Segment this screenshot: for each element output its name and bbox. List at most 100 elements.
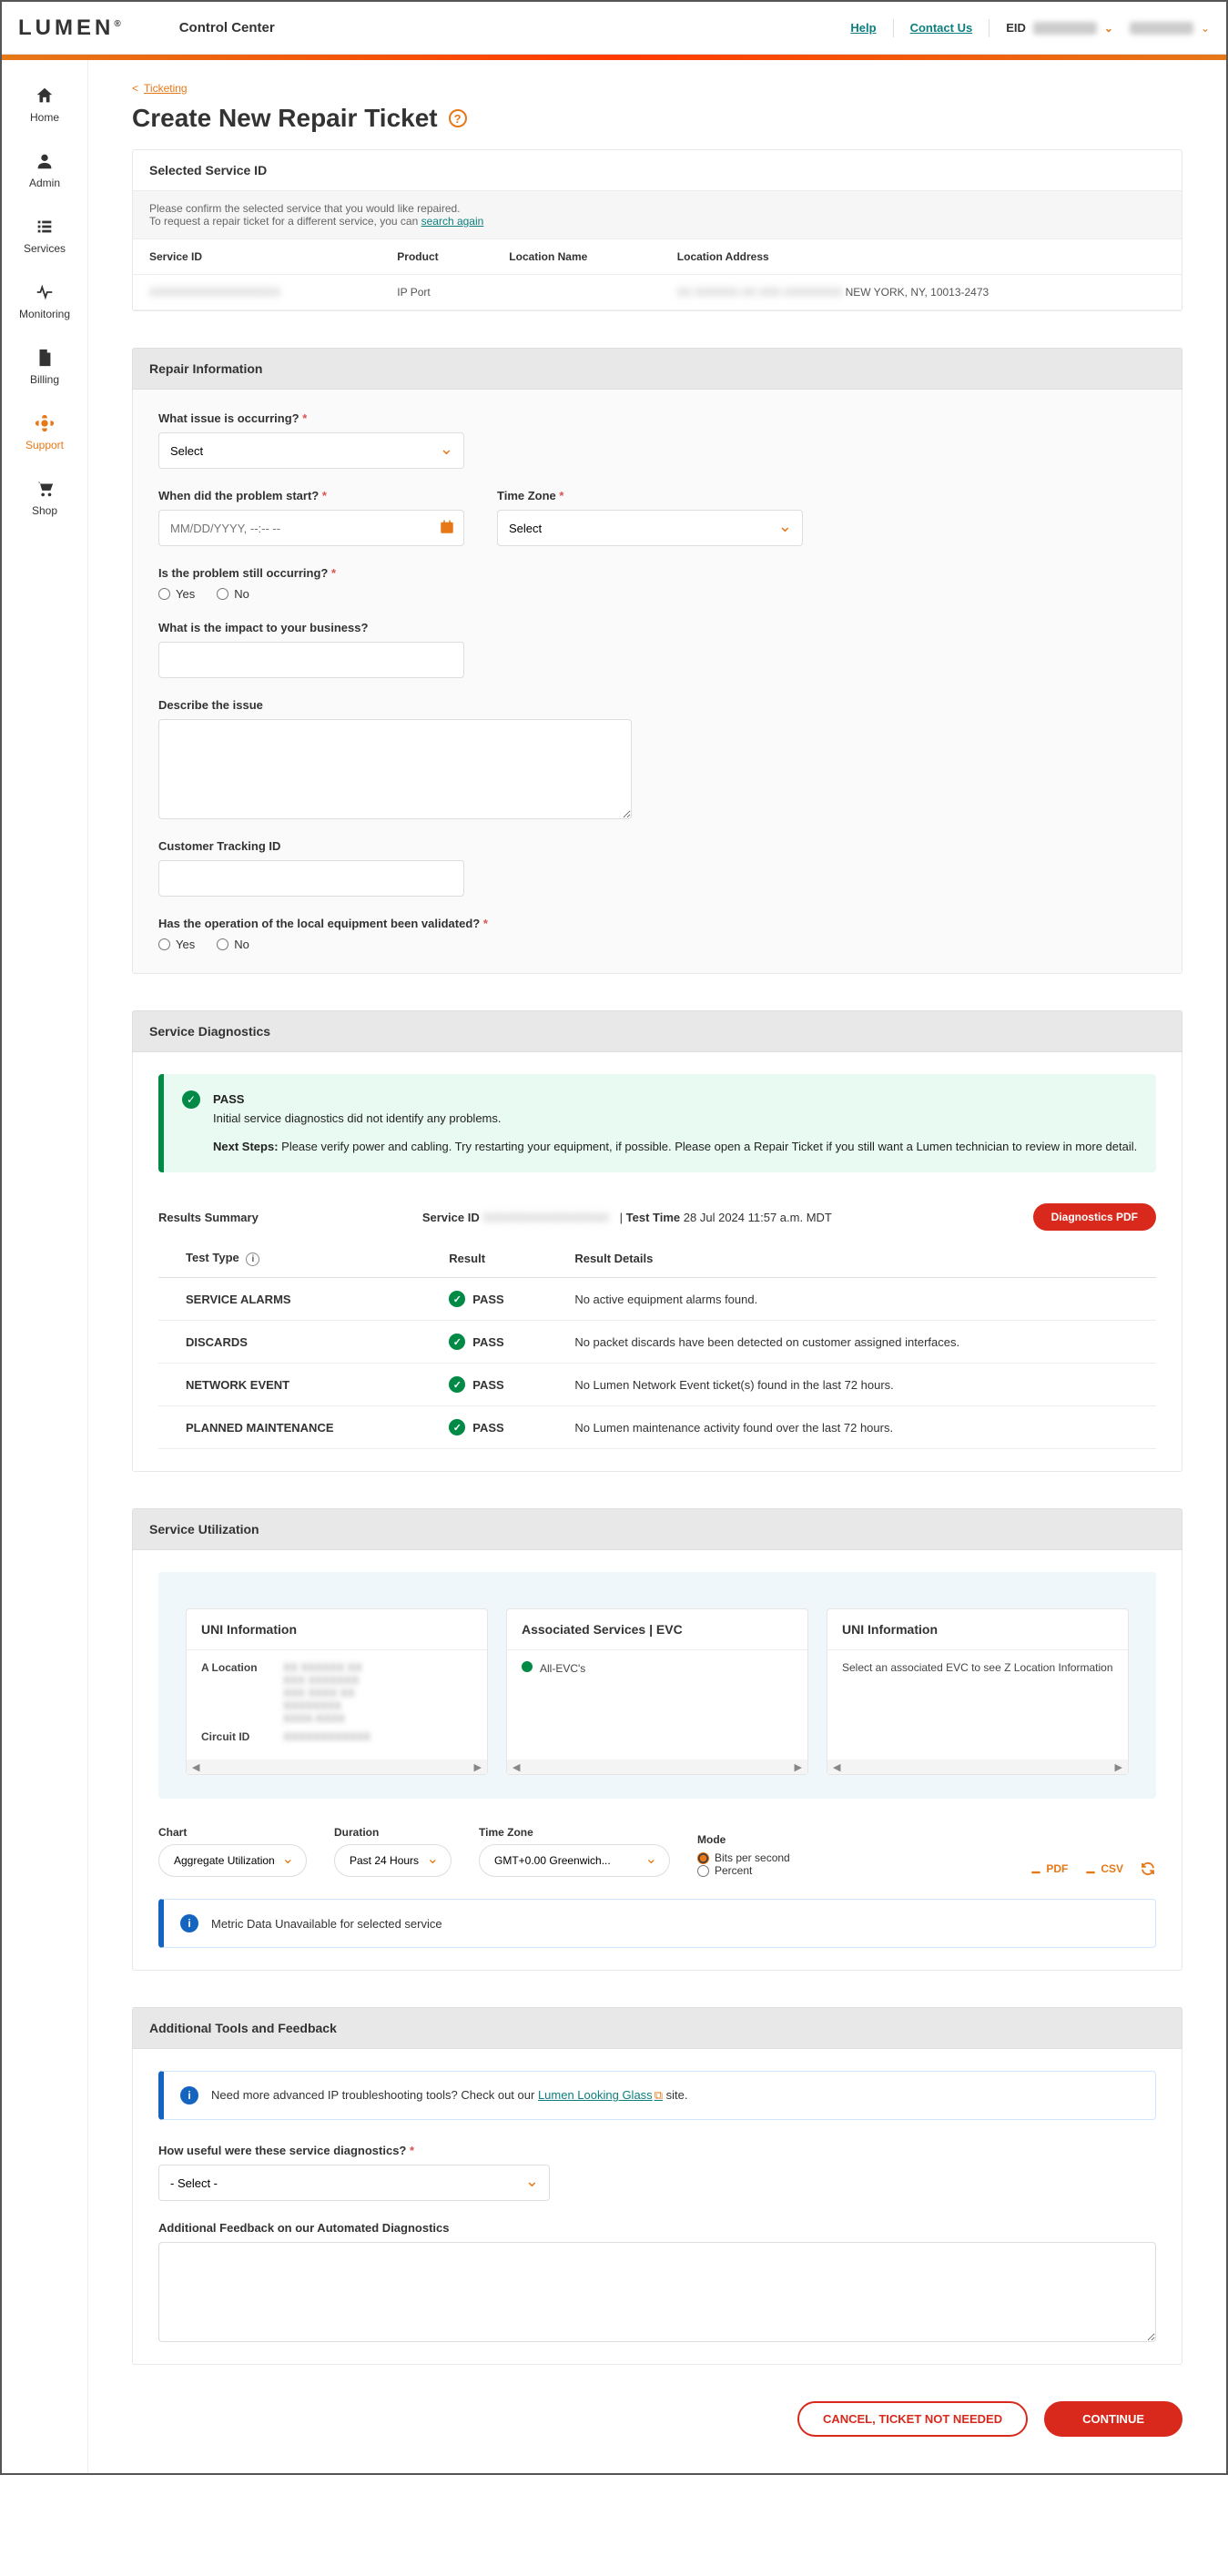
tz-select[interactable]: GMT+0.00 Greenwich... — [479, 1844, 670, 1877]
test-time: | Test Time 28 Jul 2024 11:57 a.m. MDT — [616, 1211, 832, 1224]
chart-select[interactable]: Aggregate Utilization — [158, 1844, 307, 1877]
pulse-icon — [33, 280, 56, 304]
when-input[interactable] — [158, 510, 464, 546]
banner-text: Need more advanced IP troubleshooting to… — [211, 2088, 687, 2103]
tracking-input[interactable] — [158, 860, 464, 897]
duration-select[interactable]: Past 24 Hours — [334, 1844, 452, 1877]
calendar-icon[interactable] — [439, 519, 455, 538]
footer-actions: CANCEL, TICKET NOT NEEDED CONTINUE — [132, 2401, 1182, 2437]
eid-label: EID — [1006, 21, 1026, 35]
info-icon: i — [180, 1914, 198, 1932]
breadcrumb-link[interactable]: Ticketing — [144, 82, 188, 95]
contact-link[interactable]: Contact Us — [910, 21, 973, 35]
info-icon: i — [180, 2086, 198, 2104]
radio-no[interactable]: No — [217, 587, 249, 601]
still-label: Is the problem still occurring? * — [158, 566, 1156, 580]
check-icon: ✓ — [449, 1376, 465, 1393]
scrollbar[interactable]: ◀▶ — [187, 1760, 487, 1774]
note-line: Please confirm the selected service that… — [149, 202, 1165, 215]
feedback-textarea[interactable] — [158, 2242, 1156, 2342]
export-csv-button[interactable]: CSV — [1084, 1862, 1123, 1875]
sidebar: Home Admin Services Monitoring Billing S… — [2, 60, 88, 2473]
test-type: SERVICE ALARMS — [158, 1278, 432, 1321]
pass-title: PASS — [213, 1090, 1137, 1110]
mode-pct-radio[interactable]: Percent — [697, 1864, 790, 1877]
result-badge: ✓PASS — [449, 1334, 542, 1350]
result-details: No Lumen maintenance activity found over… — [558, 1406, 1156, 1449]
card-head: UNI Information — [827, 1609, 1128, 1650]
help-icon[interactable]: ? — [449, 109, 467, 127]
diagnostics-pdf-button[interactable]: Diagnostics PDF — [1033, 1203, 1156, 1231]
sidebar-item-services[interactable]: Services — [2, 202, 87, 268]
radio-no[interactable]: No — [217, 938, 249, 951]
sidebar-item-billing[interactable]: Billing — [2, 333, 87, 399]
results-summary-label: Results Summary — [158, 1211, 259, 1224]
search-again-link[interactable]: search again — [421, 215, 484, 228]
location-addr-value: XX XXXXXX XX XXX XXXXXXXX NEW YORK, NY, … — [661, 275, 1182, 310]
section-head: Service Utilization — [132, 1508, 1182, 1550]
cart-icon — [33, 477, 56, 501]
issue-select[interactable]: Select — [158, 432, 464, 469]
useful-select[interactable]: - Select - — [158, 2165, 550, 2201]
result-badge: ✓PASS — [449, 1376, 542, 1393]
col-head: Service ID — [133, 239, 381, 275]
sidebar-item-label: Admin — [29, 177, 60, 189]
pass-msg: Initial service diagnostics did not iden… — [213, 1110, 1137, 1129]
sidebar-item-support[interactable]: Support — [2, 399, 87, 464]
evc-item[interactable]: All-EVC's — [522, 1661, 793, 1675]
looking-glass-link[interactable]: Lumen Looking Glass⧉ — [538, 2088, 663, 2102]
radio-yes[interactable]: Yes — [158, 938, 195, 951]
check-icon: ✓ — [449, 1291, 465, 1307]
cancel-button[interactable]: CANCEL, TICKET NOT NEEDED — [797, 2401, 1028, 2437]
impact-label: What is the impact to your business? — [158, 621, 1156, 634]
banner-text: Metric Data Unavailable for selected ser… — [211, 1917, 442, 1931]
continue-button[interactable]: CONTINUE — [1044, 2401, 1182, 2437]
scrollbar[interactable]: ◀▶ — [507, 1760, 807, 1774]
info-icon[interactable]: i — [246, 1253, 259, 1266]
tz-select[interactable]: Select — [497, 510, 803, 546]
help-link[interactable]: Help — [850, 21, 876, 35]
sidebar-item-home[interactable]: Home — [2, 71, 87, 137]
radio-yes[interactable]: Yes — [158, 587, 195, 601]
product-value: IP Port — [381, 275, 492, 310]
pass-banner: ✓ PASS Initial service diagnostics did n… — [158, 1074, 1156, 1172]
check-icon: ✓ — [449, 1419, 465, 1435]
account-menu[interactable]: ⌄ — [1130, 22, 1210, 35]
impact-input[interactable] — [158, 642, 464, 678]
external-link-icon: ⧉ — [655, 2088, 663, 2102]
feedback-label: Additional Feedback on our Automated Dia… — [158, 2221, 1156, 2235]
sidebar-item-label: Support — [25, 439, 64, 451]
sidebar-item-label: Billing — [30, 373, 59, 386]
result-badge: ✓PASS — [449, 1291, 542, 1307]
mode-bps-radio[interactable]: Bits per second — [697, 1851, 790, 1864]
divider — [989, 19, 990, 37]
divider — [893, 19, 894, 37]
uni-info-z-card: UNI Information Select an associated EVC… — [827, 1608, 1129, 1775]
useful-label: How useful were these service diagnostic… — [158, 2144, 1156, 2157]
result-details: No active equipment alarms found. — [558, 1278, 1156, 1321]
sidebar-item-monitoring[interactable]: Monitoring — [2, 268, 87, 333]
refresh-button[interactable] — [1140, 1861, 1156, 1877]
eid-value — [1033, 22, 1097, 35]
test-type: DISCARDS — [158, 1321, 432, 1364]
sidebar-item-admin[interactable]: Admin — [2, 137, 87, 202]
result-details: No Lumen Network Event ticket(s) found i… — [558, 1364, 1156, 1406]
utilization-section: Service Utilization UNI Information A Lo… — [132, 1508, 1182, 1971]
selected-service-panel: Selected Service ID Please confirm the s… — [132, 149, 1182, 311]
top-header: LUMEN® Control Center Help Contact Us EI… — [2, 2, 1226, 55]
service-id-value: XXXXXXXXXXXXXXXXXX — [149, 286, 280, 299]
scrollbar[interactable]: ◀▶ — [827, 1760, 1128, 1774]
sidebar-item-shop[interactable]: Shop — [2, 464, 87, 530]
service-table: Service ID Product Location Name Locatio… — [133, 239, 1182, 310]
metric-unavailable-banner: i Metric Data Unavailable for selected s… — [158, 1899, 1156, 1948]
table-row: SERVICE ALARMS ✓PASS No active equipment… — [158, 1278, 1156, 1321]
looking-glass-banner: i Need more advanced IP troubleshooting … — [158, 2071, 1156, 2120]
duration-label: Duration — [334, 1826, 452, 1839]
export-pdf-button[interactable]: PDF — [1030, 1862, 1068, 1875]
col-head: Location Name — [492, 239, 661, 275]
describe-textarea[interactable] — [158, 719, 632, 819]
document-icon — [33, 346, 56, 370]
eid-menu[interactable]: EID ⌄ — [1006, 21, 1113, 35]
next-steps: Next Steps: Please verify power and cabl… — [213, 1138, 1137, 1157]
account-name — [1130, 22, 1193, 35]
